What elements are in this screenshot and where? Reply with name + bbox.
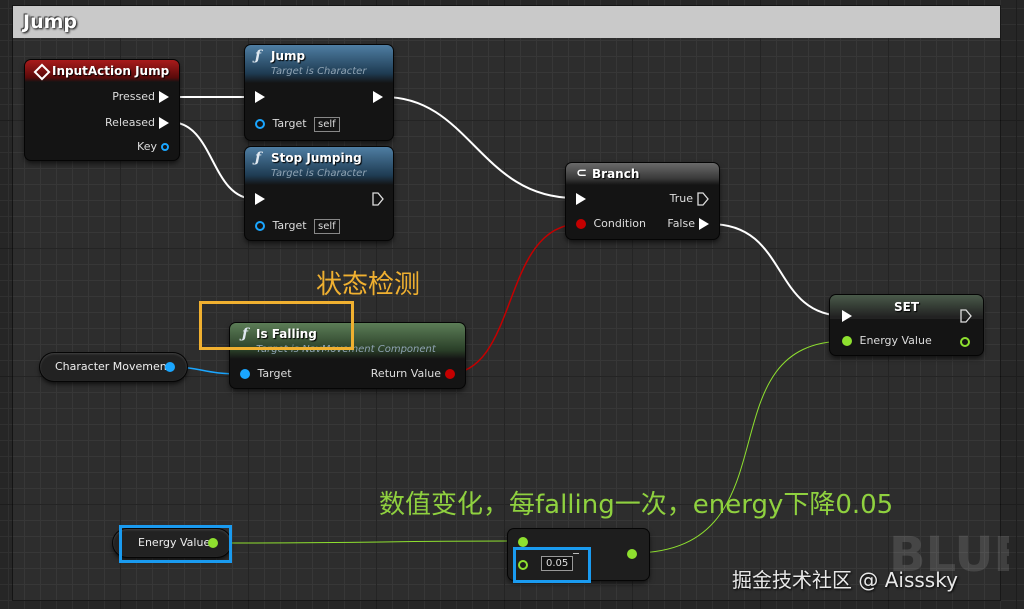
pin-label: Target (272, 117, 307, 130)
pin-label: Condition (593, 217, 647, 230)
stop-jumping-node[interactable]: ƒ Stop Jumping Target is Character Targe… (245, 147, 393, 240)
key-pin-row[interactable]: Key (137, 139, 169, 155)
bool-pin-icon[interactable] (445, 369, 455, 379)
exec-in-pin-icon[interactable] (255, 91, 265, 103)
pin-label: Target (272, 219, 307, 232)
branch-node[interactable]: ⊂ Branch True Condition False (566, 163, 719, 239)
float-pin-icon[interactable] (842, 336, 852, 346)
pin-label: Return Value (370, 367, 441, 380)
object-pin-icon[interactable] (165, 362, 175, 372)
exec-in-pin-icon[interactable] (576, 193, 586, 205)
node-header: InputAction Jump (25, 60, 179, 82)
character-movement-getter[interactable]: Character Movement (40, 353, 187, 381)
object-pin-icon[interactable] (255, 221, 265, 231)
struct-pin-icon[interactable] (161, 143, 169, 151)
node-title: Stop Jumping (271, 151, 362, 165)
target-self-field[interactable]: self (314, 117, 340, 132)
target-self-field[interactable]: self (314, 219, 340, 234)
return-value-pin-row[interactable]: Return Value (371, 366, 455, 382)
pressed-pin-row[interactable]: Pressed (112, 89, 169, 105)
subtract-value-highlight-box (513, 547, 591, 583)
pin-label: False (667, 217, 695, 230)
node-title: InputAction Jump (52, 64, 170, 78)
state-check-annotation: 状态检测 (316, 270, 421, 300)
target-pin-row[interactable]: Target self (255, 116, 340, 132)
event-diamond-icon (33, 63, 51, 81)
jump-node[interactable]: ƒ Jump Target is Character Target self (245, 45, 393, 140)
pin-label: Target (257, 367, 292, 380)
exec-in-pin-icon[interactable] (255, 193, 265, 205)
function-f-icon: ƒ (255, 48, 262, 64)
condition-pin-row[interactable]: Condition (576, 216, 646, 232)
exec-pin-icon[interactable] (159, 117, 169, 129)
is-falling-highlight-box (199, 301, 354, 350)
node-subtitle: Target is Character (271, 168, 367, 179)
exec-out-hollow-icon[interactable] (960, 309, 972, 323)
exec-pin-icon[interactable] (699, 218, 709, 230)
exec-pin-icon[interactable] (159, 91, 169, 103)
false-pin-row[interactable]: False (667, 216, 709, 232)
set-energy-node[interactable]: SET Energy Value (830, 295, 983, 355)
exec-in-pin-icon[interactable] (842, 310, 852, 322)
float-out-pin-icon[interactable] (960, 337, 970, 347)
object-pin-icon[interactable] (255, 119, 265, 129)
float-in-pin-icon[interactable] (518, 537, 528, 547)
node-header: ⊂ Branch (566, 163, 719, 185)
exec-out-hollow-icon[interactable] (697, 192, 709, 206)
float-out-pin-icon[interactable] (627, 549, 637, 559)
true-pin-row[interactable]: True (670, 191, 709, 207)
value-change-annotation: 数值变化，每falling一次，energy下降0.05 (379, 490, 894, 520)
object-pin-icon[interactable] (240, 369, 250, 379)
pin-label: True (669, 192, 693, 205)
node-title: Branch (592, 167, 640, 181)
exec-out-pin-icon[interactable] (373, 91, 383, 103)
inputaction-jump-node[interactable]: InputAction Jump Pressed Released Key (25, 60, 179, 160)
variable-label: Character Movement (55, 360, 172, 373)
exec-out-hollow-icon[interactable] (372, 192, 384, 206)
comment-title[interactable]: Jump (13, 6, 1000, 38)
function-f-icon: ƒ (255, 150, 262, 166)
target-pin-row[interactable]: Target (240, 366, 292, 382)
pin-label: Energy Value (859, 334, 932, 347)
energy-getter-highlight-box (119, 525, 232, 563)
released-pin-row[interactable]: Released (105, 115, 169, 131)
bool-pin-icon[interactable] (576, 219, 586, 229)
branch-icon: ⊂ (576, 166, 587, 181)
node-header: ƒ Jump Target is Character (245, 45, 393, 83)
pin-label: Pressed (112, 90, 155, 103)
pin-label: Released (105, 116, 155, 129)
energy-value-pin-row[interactable]: Energy Value (842, 333, 932, 349)
credit-watermark: 掘金技术社区 @ Aisssky (732, 568, 958, 592)
pin-label: Key (137, 140, 157, 153)
node-subtitle: Target is Character (271, 66, 367, 77)
node-title: Jump (271, 49, 306, 63)
node-header: ƒ Stop Jumping Target is Character (245, 147, 393, 185)
target-pin-row[interactable]: Target self (255, 218, 340, 234)
